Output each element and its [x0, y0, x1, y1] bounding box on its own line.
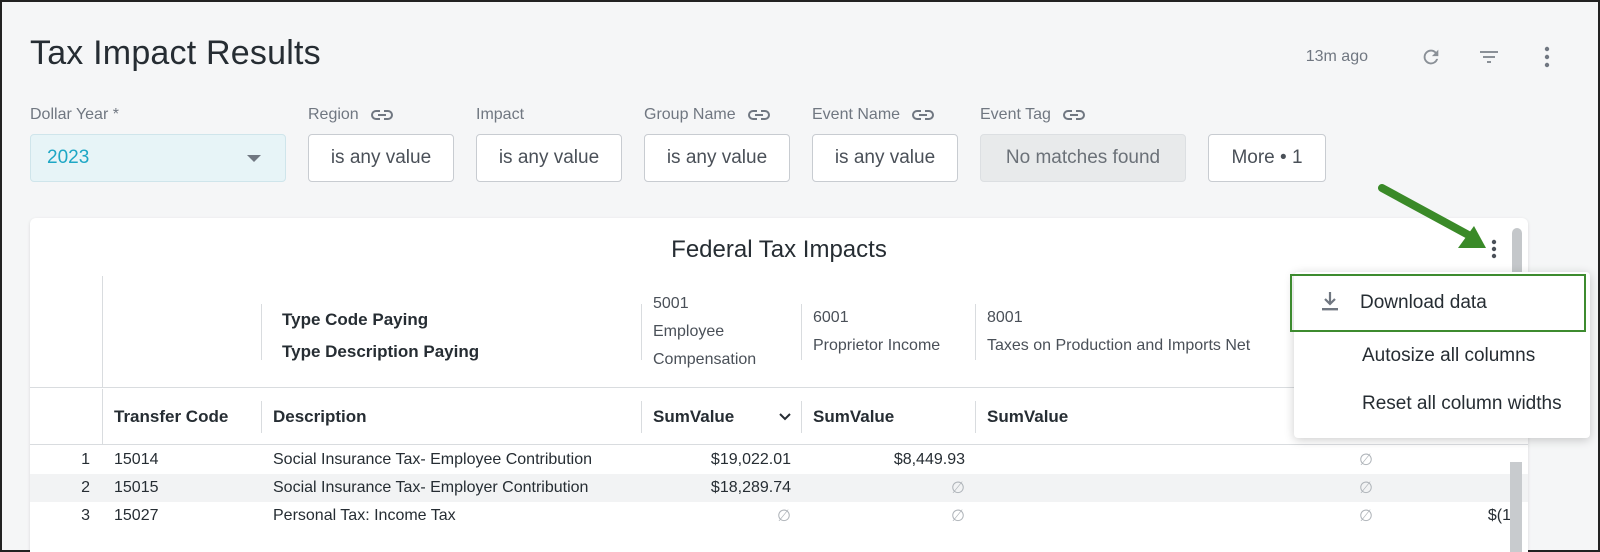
pivot-col-6001: 6001 Proprietor Income: [813, 304, 940, 360]
filter-label: Event Name: [812, 106, 901, 123]
cell-value: $8,449.93: [893, 451, 965, 468]
pivot-code: 6001: [813, 309, 849, 326]
filter-event-name: Event Name is any value: [812, 104, 958, 182]
page-title: Tax Impact Results: [30, 34, 321, 72]
menu-download-data[interactable]: Download data: [1290, 274, 1586, 332]
cell-code: 15014: [114, 451, 159, 468]
pivot-desc: Taxes on Production and Imports Net: [987, 337, 1251, 354]
row-number: 2: [81, 479, 90, 496]
card-menu-dropdown: Download data Autosize all columns Reset…: [1290, 272, 1590, 438]
card-title: Federal Tax Impacts: [671, 236, 887, 263]
download-icon: [1322, 292, 1338, 311]
pivot-desc: Employee: [653, 323, 725, 340]
filter-region: Region is any value: [308, 104, 454, 182]
pivot-desc: Compensation: [653, 351, 757, 368]
filter-label: Impact: [476, 106, 525, 123]
last-updated: 13m ago: [1305, 48, 1368, 65]
pivot-code: 5001: [653, 295, 689, 312]
grid-scrollbar[interactable]: [1510, 462, 1522, 552]
event-tag-filter: No matches found: [980, 134, 1186, 182]
link-icon[interactable]: [747, 109, 770, 121]
group-name-filter[interactable]: is any value: [644, 134, 790, 182]
dollar-year-select[interactable]: 2023: [30, 134, 286, 182]
dollar-year-value: 2023: [47, 147, 90, 168]
pivot-desc: Proprietor Income: [813, 337, 941, 354]
col-label: SumValue: [653, 407, 735, 426]
filter-label: Group Name: [644, 106, 736, 123]
col-sumvalue-6001[interactable]: SumValue: [813, 389, 894, 445]
filter-group-name: Group Name is any value: [644, 104, 790, 182]
col-sumvalue-5001[interactable]: SumValue: [653, 389, 791, 445]
cell-value: ∅: [951, 508, 965, 525]
menu-reset-column-widths[interactable]: Reset all column widths: [1294, 380, 1590, 428]
link-icon[interactable]: [370, 109, 393, 121]
filter-impact: Impact is any value: [476, 104, 622, 182]
chevron-down-icon: [247, 154, 261, 162]
cell-value: ∅: [1359, 452, 1373, 469]
filter-label: Region: [308, 106, 359, 123]
filter-more: More • 1: [1208, 104, 1326, 182]
annotation-arrow: [1378, 184, 1486, 248]
cell-value: ∅: [1359, 508, 1373, 525]
table-row[interactable]: 2 15015 Social Insurance Tax- Employer C…: [30, 474, 1528, 502]
cell-code: 15027: [114, 507, 159, 524]
col-transfer-code[interactable]: Transfer Code: [114, 389, 228, 445]
pivot-label-desc: Type Description Paying: [282, 342, 480, 361]
filter-event-tag: Event Tag No matches found: [980, 104, 1186, 182]
pivot-col-8001: 8001 Taxes on Production and Imports Net: [987, 304, 1250, 360]
menu-label: Reset all column widths: [1362, 393, 1562, 414]
col-description[interactable]: Description: [273, 389, 367, 445]
filter-bar: Dollar Year * 2023 Region is any value I…: [30, 104, 1326, 182]
link-icon[interactable]: [1062, 109, 1085, 121]
cell-value: $19,022.01: [710, 451, 791, 468]
cell-code: 15015: [114, 479, 159, 496]
more-vertical-icon[interactable]: [1532, 42, 1562, 72]
pivot-label-code: Type Code Paying: [282, 310, 429, 329]
menu-label: Autosize all columns: [1362, 345, 1536, 366]
more-filters-button[interactable]: More • 1: [1208, 134, 1326, 182]
cell-value: ∅: [951, 480, 965, 497]
cell-value: $(1: [1487, 507, 1511, 524]
cell-desc: Social Insurance Tax- Employer Contribut…: [273, 479, 589, 496]
pivot-row-labels: Type Code Paying Type Description Paying: [282, 304, 479, 368]
col-sumvalue-8001[interactable]: SumValue: [987, 389, 1068, 445]
filter-label: Dollar Year *: [30, 106, 119, 123]
cell-value: [1385, 474, 1511, 502]
filter-label: Event Tag: [980, 106, 1051, 123]
pivot-col-5001: 5001 Employee Compensation: [653, 290, 756, 374]
header-actions: 13m ago: [1306, 42, 1562, 72]
cell-value: $18,289.74: [710, 479, 791, 496]
link-icon[interactable]: [912, 109, 935, 121]
region-filter[interactable]: is any value: [308, 134, 454, 182]
pivot-code: 8001: [987, 309, 1023, 326]
cell-value: [1385, 446, 1511, 474]
table-row[interactable]: 3 15027 Personal Tax: Income Tax ∅ ∅ ∅ $…: [30, 502, 1528, 530]
cell-value: ∅: [777, 508, 791, 525]
row-number: 3: [81, 507, 90, 524]
filter-icon[interactable]: [1474, 42, 1504, 72]
table-row[interactable]: 1 15014 Social Insurance Tax- Employee C…: [30, 446, 1528, 474]
menu-autosize-columns[interactable]: Autosize all columns: [1294, 332, 1590, 380]
chevron-down-icon[interactable]: [779, 413, 791, 421]
menu-label: Download data: [1360, 292, 1487, 313]
event-name-filter[interactable]: is any value: [812, 134, 958, 182]
impact-filter[interactable]: is any value: [476, 134, 622, 182]
cell-value: ∅: [1359, 480, 1373, 497]
filter-dollar-year: Dollar Year * 2023: [30, 104, 286, 182]
cell-desc: Personal Tax: Income Tax: [273, 507, 456, 524]
refresh-icon[interactable]: [1416, 42, 1446, 72]
cell-desc: Social Insurance Tax- Employee Contribut…: [273, 451, 592, 468]
row-number: 1: [81, 451, 90, 468]
